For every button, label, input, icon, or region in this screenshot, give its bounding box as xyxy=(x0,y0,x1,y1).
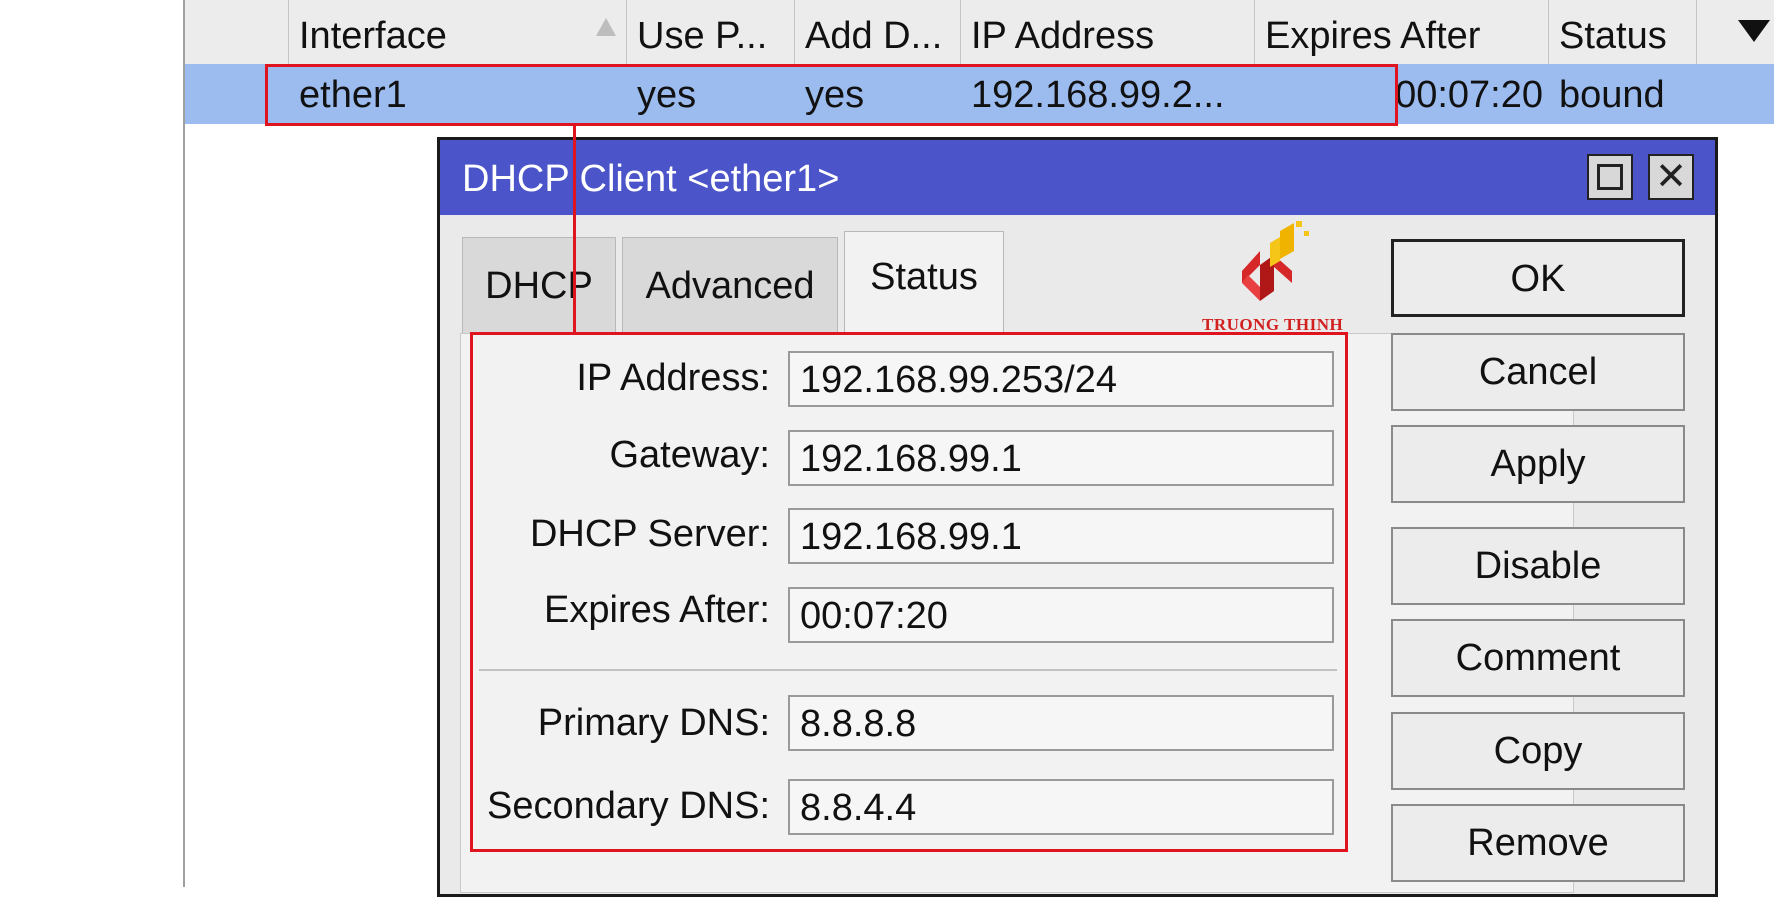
maximize-icon xyxy=(1597,164,1623,190)
column-header-ip-address[interactable]: IP Address xyxy=(961,0,1255,64)
column-dropdown-icon[interactable] xyxy=(1738,20,1770,42)
column-header-add-default[interactable]: Add D... xyxy=(795,0,961,64)
tab-dhcp[interactable]: DHCP xyxy=(462,237,616,333)
cell-status: bound xyxy=(1559,74,1665,116)
truong-thinh-logo: TRUONG THINH xyxy=(1202,221,1343,334)
ok-button[interactable]: OK xyxy=(1391,239,1685,317)
dialog-titlebar[interactable]: DHCP Client <ether1> ✕ xyxy=(440,137,1715,215)
remove-button[interactable]: Remove xyxy=(1391,804,1685,882)
maximize-button[interactable] xyxy=(1587,154,1633,200)
dialog-title: DHCP Client <ether1> xyxy=(462,158,840,200)
comment-button[interactable]: Comment xyxy=(1391,619,1685,697)
close-button[interactable]: ✕ xyxy=(1648,154,1694,200)
apply-button[interactable]: Apply xyxy=(1391,425,1685,503)
cancel-button[interactable]: Cancel xyxy=(1391,333,1685,411)
tab-status[interactable]: Status xyxy=(844,231,1004,335)
status-fields-highlight-annotation xyxy=(470,332,1348,852)
sort-ascending-icon xyxy=(596,18,616,36)
close-icon: ✕ xyxy=(1655,156,1687,198)
copy-button[interactable]: Copy xyxy=(1391,712,1685,790)
column-header-status[interactable]: Status xyxy=(1549,0,1697,64)
header-blank xyxy=(185,0,289,64)
column-header-expires-after[interactable]: Expires After xyxy=(1255,0,1549,64)
disable-button[interactable]: Disable xyxy=(1391,527,1685,605)
column-header-interface[interactable]: Interface xyxy=(289,0,627,64)
logo-mark-icon xyxy=(1242,221,1309,301)
row-highlight-annotation xyxy=(265,64,1398,126)
tab-advanced[interactable]: Advanced xyxy=(622,237,838,333)
list-header: Interface Use P... Add D... IP Address E… xyxy=(185,0,1774,65)
highlight-connector-line xyxy=(573,126,576,334)
column-header-use-peer[interactable]: Use P... xyxy=(627,0,795,64)
